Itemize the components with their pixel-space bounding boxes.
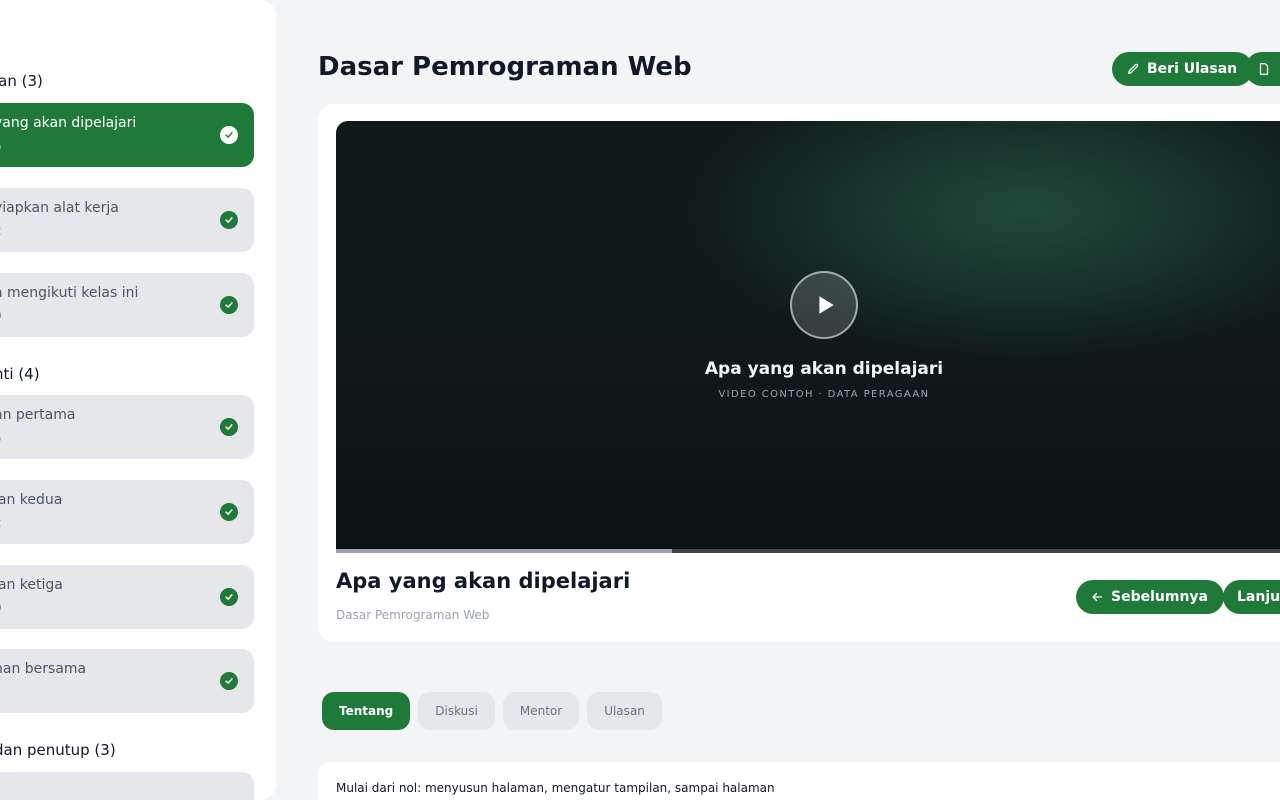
document-icon xyxy=(1259,63,1269,75)
lesson-item-7[interactable]: nan bersama xyxy=(0,649,254,713)
check-icon xyxy=(220,503,238,521)
play-button[interactable] xyxy=(790,271,858,339)
check-icon xyxy=(220,126,238,144)
next-button[interactable]: Lanjut xyxy=(1223,580,1280,614)
back-link[interactable]: li xyxy=(0,18,1,33)
lesson-meta: 5 xyxy=(0,139,2,153)
video-progress-track[interactable] xyxy=(336,549,1280,553)
play-icon xyxy=(819,296,834,314)
previous-button-label: Sebelumnya xyxy=(1111,589,1208,605)
lesson-item-5[interactable]: ian kedua 2 xyxy=(0,480,254,544)
lesson-item-6[interactable]: ian ketiga 9 xyxy=(0,565,254,629)
video-progress-fill xyxy=(336,549,672,553)
section-title-closing: dan penutup (3) xyxy=(0,741,116,759)
pencil-icon xyxy=(1128,63,1139,74)
page-title: Dasar Pemrograman Web xyxy=(318,52,692,82)
lesson-title: ian ketiga xyxy=(0,577,63,593)
check-icon xyxy=(220,672,238,690)
lesson-title: a mengikuti kelas ini xyxy=(0,285,139,301)
lesson-item-2[interactable]: yiapkan alat kerja 2 xyxy=(0,188,254,252)
lesson-item-3[interactable]: a mengikuti kelas ini 9 xyxy=(0,273,254,337)
lesson-meta: 9 xyxy=(0,309,2,323)
check-icon xyxy=(220,588,238,606)
lesson-meta: 5 xyxy=(0,431,2,445)
document-button[interactable] xyxy=(1245,52,1280,86)
check-icon xyxy=(220,211,238,229)
section-title-core: nti (4) xyxy=(0,365,40,383)
tab-tentang[interactable]: Tentang xyxy=(322,692,411,730)
review-button-label: Beri Ulasan xyxy=(1147,61,1238,77)
course-description: Mulai dari nol: menyusun halaman, mengat… xyxy=(336,781,775,795)
arrow-left-icon xyxy=(1092,592,1103,602)
lesson-title: an pertama xyxy=(0,407,76,423)
section-title-intro: lan (3) xyxy=(0,72,43,90)
content-tabs: Tentang Diskusi Mentor Ulasan xyxy=(322,692,662,730)
previous-button[interactable]: Sebelumnya xyxy=(1076,580,1224,614)
lesson-title: nan bersama xyxy=(0,661,87,677)
lesson-meta: 9 xyxy=(0,601,2,615)
video-subtitle: VIDEO CONTOH · DATA PERAGAAN xyxy=(718,389,930,400)
video-title: Apa yang akan dipelajari xyxy=(704,359,944,379)
check-icon xyxy=(220,418,238,436)
lesson-course-name: Dasar Pemrograman Web xyxy=(336,608,490,622)
lesson-item-1[interactable]: yang akan dipelajari 5 xyxy=(0,103,254,167)
next-button-label: Lanjut xyxy=(1237,589,1280,605)
lesson-meta: 2 xyxy=(0,224,2,238)
lesson-title: yiapkan alat kerja xyxy=(0,200,119,216)
lesson-meta: 2 xyxy=(0,516,2,530)
tab-mentor[interactable]: Mentor xyxy=(502,692,580,730)
lesson-title: ian kedua xyxy=(0,492,63,508)
video-player[interactable]: Apa yang akan dipelajari VIDEO CONTOH · … xyxy=(336,121,1280,553)
lesson-heading: Apa yang akan dipelajari xyxy=(336,569,631,593)
lesson-item-8[interactable] xyxy=(0,772,254,800)
review-button[interactable]: Beri Ulasan xyxy=(1112,52,1254,86)
lesson-item-4[interactable]: an pertama 5 xyxy=(0,395,254,459)
check-icon xyxy=(220,296,238,314)
lesson-sidebar: li lan (3) yang akan dipelajari 5 yiapka… xyxy=(0,0,276,800)
tab-diskusi[interactable]: Diskusi xyxy=(418,692,495,730)
lesson-title: yang akan dipelajari xyxy=(0,115,137,131)
tab-ulasan[interactable]: Ulasan xyxy=(587,692,662,730)
video-overlay xyxy=(336,121,1280,553)
